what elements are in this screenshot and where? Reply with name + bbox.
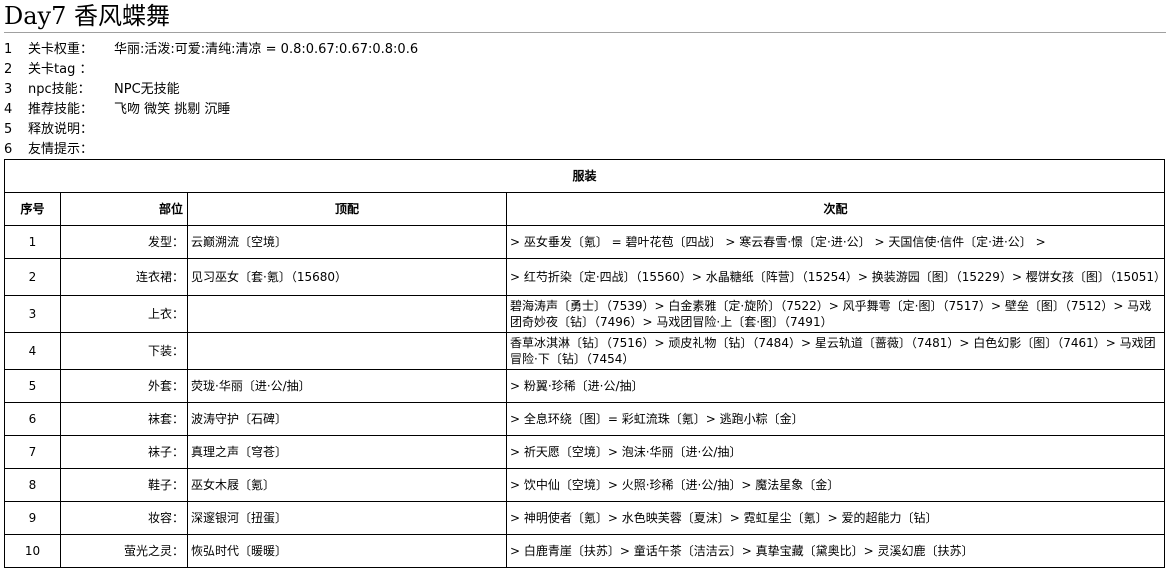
cell-top: 巫女木屐〔氪〕 xyxy=(187,468,507,502)
cell-top: 荧珑·华丽〔进·公/抽〕 xyxy=(187,369,507,403)
cell-part: 鞋子： xyxy=(60,468,188,502)
title-divider xyxy=(4,32,1166,33)
info-item-recommended-skills: 4 推荐技能： 飞吻 微笑 挑剔 沉睡 xyxy=(4,100,418,120)
cell-no: 4 xyxy=(4,332,61,370)
cell-sub: > 全息环绕〔图〕= 彩虹流珠〔氪〕> 逃跑小粽〔金〕 xyxy=(505,402,1166,436)
table-row: 4 下装： 香草冰淇淋〔钻〕（7516）> 顽皮礼物〔钻〕（7484）> 星云轨… xyxy=(4,332,1166,370)
table-caption: 服装 xyxy=(3,159,1166,193)
table-row: 2 连衣裙： 见习巫女〔套·氪〕（15680） > 红芍折染〔定·四战〕（155… xyxy=(4,258,1166,296)
table-row: 8 鞋子： 巫女木屐〔氪〕 > 饮中仙〔空境〕> 火照·珍稀〔进·公/抽〕> 魔… xyxy=(4,468,1166,502)
cell-top: 深邃银河〔扭蛋〕 xyxy=(187,501,507,535)
cell-sub: > 神明使者〔氪〕> 水色映芙蓉〔夏沫〕> 霓虹星尘〔氪〕> 爱的超能力〔钻〕 xyxy=(505,501,1166,535)
cell-part: 上衣： xyxy=(60,295,188,333)
cell-top xyxy=(187,295,507,333)
table-row: 7 袜子： 真理之声〔穹苍〕 > 祈天愿〔空境〕> 泡沫·华丽〔进·公/抽〕 xyxy=(4,435,1166,469)
cell-sub: > 巫女垂发〔氪〕 = 碧叶花苞〔四战〕 > 寒云春雪·憬〔定·进·公〕 > 天… xyxy=(505,225,1166,259)
info-label: 推荐技能： xyxy=(28,102,94,117)
outfit-table: 服装 序号 部位 顶配 次配 1 发型： 云巅溯流〔空境〕 > 巫女垂发〔氪〕 … xyxy=(3,159,1166,568)
page-title: Day7 香风蝶舞 xyxy=(4,2,171,30)
cell-top: 真理之声〔穹苍〕 xyxy=(187,435,507,469)
cell-no: 8 xyxy=(4,468,61,502)
info-label: npc技能： xyxy=(28,82,91,97)
cell-no: 1 xyxy=(4,225,61,259)
cell-top: 恢弘时代〔暖暖〕 xyxy=(187,534,507,568)
info-item-tag: 2 关卡tag ： xyxy=(4,60,418,80)
cell-no: 9 xyxy=(4,501,61,535)
info-number: 3 xyxy=(4,82,13,97)
info-number: 4 xyxy=(4,102,13,117)
info-label: 关卡tag ： xyxy=(28,62,93,77)
cell-sub: > 饮中仙〔空境〕> 火照·珍稀〔进·公/抽〕> 魔法星象〔金〕 xyxy=(505,468,1166,502)
table-row: 9 妆容： 深邃银河〔扭蛋〕 > 神明使者〔氪〕> 水色映芙蓉〔夏沫〕> 霓虹星… xyxy=(4,501,1166,535)
info-item-weights: 1 关卡权重： 华丽:活泼:可爱:清纯:清凉 = 0.8:0.67:0.67:0.8… xyxy=(4,40,418,60)
cell-top: 云巅溯流〔空境〕 xyxy=(187,225,507,259)
cell-part: 连衣裙： xyxy=(60,258,188,296)
cell-no: 2 xyxy=(4,258,61,296)
info-value: 飞吻 微笑 挑剔 沉睡 xyxy=(114,102,231,117)
cell-part: 发型： xyxy=(60,225,188,259)
table-row: 6 袜套： 波涛守护〔石碑〕 > 全息环绕〔图〕= 彩虹流珠〔氪〕> 逃跑小粽〔… xyxy=(4,402,1166,436)
cell-part: 外套： xyxy=(60,369,188,403)
cell-top: 波涛守护〔石碑〕 xyxy=(187,402,507,436)
header-top: 顶配 xyxy=(187,192,507,226)
cell-no: 7 xyxy=(4,435,61,469)
table-row: 3 上衣： 碧海涛声〔勇士〕（7539）> 白金素雅〔定·旋阶〕（7522）> … xyxy=(4,295,1166,333)
info-label: 关卡权重： xyxy=(28,42,94,57)
header-sub: 次配 xyxy=(505,192,1166,226)
cell-sub: 香草冰淇淋〔钻〕（7516）> 顽皮礼物〔钻〕（7484）> 星云轨道〔蔷薇〕（… xyxy=(505,332,1166,370)
info-value: 华丽:活泼:可爱:清纯:清凉 = 0.8:0.67:0.67:0.8:0.6 xyxy=(114,42,419,57)
cell-no: 3 xyxy=(4,295,61,333)
cell-top xyxy=(187,332,507,370)
table-header-row: 序号 部位 顶配 次配 xyxy=(4,192,1166,226)
table-row: 1 发型： 云巅溯流〔空境〕 > 巫女垂发〔氪〕 = 碧叶花苞〔四战〕 > 寒云… xyxy=(4,225,1166,259)
page: Day7 香风蝶舞 1 关卡权重： 华丽:活泼:可爱:清纯:清凉 = 0.8:0.6… xyxy=(0,0,1175,574)
info-number: 5 xyxy=(4,122,13,137)
info-number: 6 xyxy=(4,142,13,157)
info-number: 1 xyxy=(4,42,13,57)
cell-no: 10 xyxy=(4,534,61,568)
header-part: 部位 xyxy=(60,192,188,226)
info-item-npc-skill: 3 npc技能： NPC无技能 xyxy=(4,80,418,100)
cell-sub: > 祈天愿〔空境〕> 泡沫·华丽〔进·公/抽〕 xyxy=(505,435,1166,469)
info-item-tips: 6 友情提示： xyxy=(4,140,418,160)
header-no: 序号 xyxy=(4,192,61,226)
cell-part: 妆容： xyxy=(60,501,188,535)
cell-sub: 碧海涛声〔勇士〕（7539）> 白金素雅〔定·旋阶〕（7522）> 风乎舞雩〔定… xyxy=(505,295,1166,333)
cell-top: 见习巫女〔套·氪〕（15680） xyxy=(187,258,507,296)
info-number: 2 xyxy=(4,62,13,77)
cell-part: 萤光之灵： xyxy=(60,534,188,568)
cell-part: 下装： xyxy=(60,332,188,370)
level-info-list: 1 关卡权重： 华丽:活泼:可爱:清纯:清凉 = 0.8:0.67:0.67:0.8… xyxy=(4,40,418,160)
table-row: 5 外套： 荧珑·华丽〔进·公/抽〕 > 粉翼·珍稀〔进·公/抽〕 xyxy=(4,369,1166,403)
cell-sub: > 粉翼·珍稀〔进·公/抽〕 xyxy=(505,369,1166,403)
table-row: 10 萤光之灵： 恢弘时代〔暖暖〕 > 白鹿青崖〔扶苏〕> 童话午茶〔洁洁云〕>… xyxy=(4,534,1166,568)
cell-no: 6 xyxy=(4,402,61,436)
info-label: 友情提示： xyxy=(28,142,94,157)
info-value: NPC无技能 xyxy=(114,82,180,97)
cell-sub: > 红芍折染〔定·四战〕（15560）> 水晶糖纸〔阵营〕（15254）> 换装… xyxy=(505,258,1166,296)
info-label: 释放说明： xyxy=(28,122,94,137)
cell-part: 袜子： xyxy=(60,435,188,469)
cell-part: 袜套： xyxy=(60,402,188,436)
cell-no: 5 xyxy=(4,369,61,403)
info-item-release-notes: 5 释放说明： xyxy=(4,120,418,140)
cell-sub: > 白鹿青崖〔扶苏〕> 童话午茶〔洁洁云〕> 真挚宝藏〔黛奥比〕> 灵溪幻鹿〔扶… xyxy=(505,534,1166,568)
